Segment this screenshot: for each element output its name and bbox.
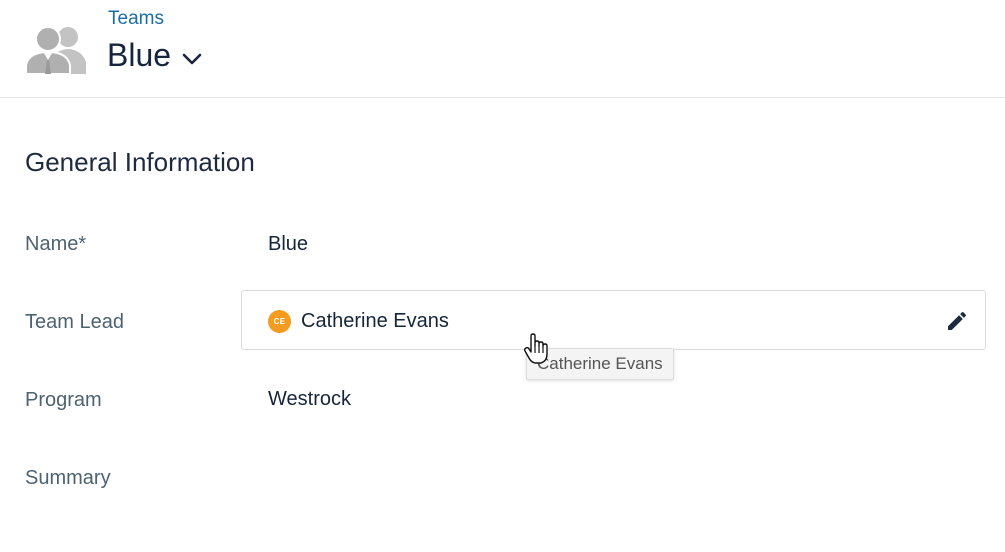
- hand-cursor-icon: [523, 333, 548, 364]
- team-switcher[interactable]: Blue: [107, 35, 203, 75]
- user-avatar: CE: [268, 310, 291, 333]
- pencil-icon[interactable]: [945, 309, 969, 333]
- summary-label: Summary: [25, 467, 111, 489]
- team-lead-value[interactable]: Catherine Evans: [301, 308, 449, 334]
- team-lead-label: Team Lead: [25, 311, 124, 333]
- section-title: General Information: [25, 147, 255, 177]
- page-title: Blue: [107, 37, 172, 73]
- team-lead-field[interactable]: CE Catherine Evans: [241, 290, 986, 350]
- breadcrumb-teams-link[interactable]: Teams: [108, 7, 164, 31]
- program-value[interactable]: Westrock: [268, 386, 351, 412]
- name-label: Name*: [25, 233, 87, 255]
- name-value[interactable]: Blue: [268, 231, 308, 257]
- page-header: Teams Blue: [0, 0, 1005, 98]
- team-detail-page: Teams Blue General Information Name* Blu…: [0, 0, 1005, 552]
- program-label: Program: [25, 389, 102, 411]
- chevron-down-icon[interactable]: [181, 52, 203, 66]
- team-people-icon: [25, 26, 86, 74]
